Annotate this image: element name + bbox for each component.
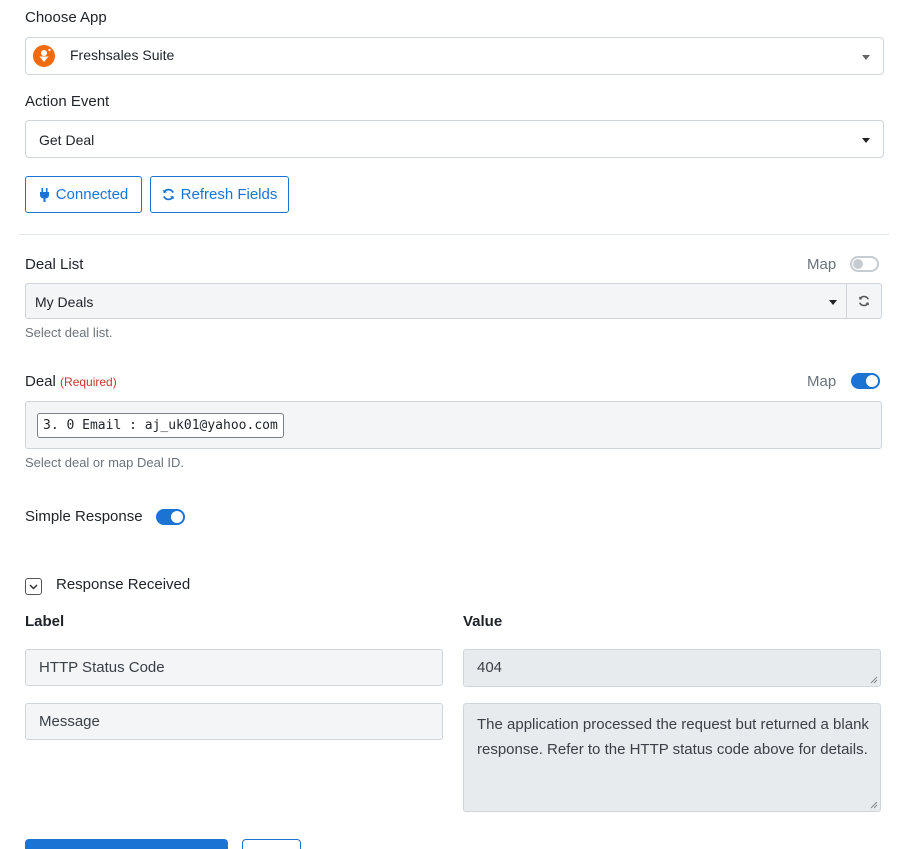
deal-list-help: Select deal list. (25, 325, 113, 340)
secondary-button[interactable] (242, 839, 301, 849)
choose-app-label: Choose App (25, 9, 107, 26)
response-label-field[interactable]: Message (25, 703, 443, 740)
response-label-text: HTTP Status Code (39, 659, 165, 676)
section-divider (19, 234, 889, 235)
required-badge: (Required) (60, 375, 117, 389)
simple-response-label: Simple Response (25, 508, 143, 525)
response-value-field[interactable]: The application processed the request bu… (463, 703, 881, 812)
deal-help: Select deal or map Deal ID. (25, 455, 184, 470)
deal-list-map-toggle[interactable] (850, 256, 879, 272)
chevron-down-icon (29, 583, 38, 590)
chevron-down-icon (862, 138, 870, 143)
simple-response-toggle[interactable] (156, 509, 185, 525)
freshsales-logo-icon (33, 45, 55, 67)
label-column-header: Label (25, 613, 65, 630)
response-received-title: Response Received (56, 576, 191, 593)
deal-list-map-label: Map (807, 256, 837, 273)
response-value-text: 404 (477, 659, 503, 676)
refresh-fields-label: Refresh Fields (180, 186, 278, 203)
collapse-toggle[interactable] (25, 578, 42, 595)
deal-token[interactable]: 3. 0 Email : aj_uk01@yahoo.com (37, 413, 284, 438)
connected-button[interactable]: Connected (25, 176, 142, 213)
plug-icon (39, 187, 49, 202)
chevron-down-icon (862, 55, 870, 60)
deal-input[interactable]: 3. 0 Email : aj_uk01@yahoo.com (25, 401, 882, 449)
deal-label-text: Deal (25, 373, 56, 390)
value-column-header: Value (463, 613, 503, 630)
action-event-value: Get Deal (39, 132, 95, 148)
response-value-field[interactable]: 404 (463, 649, 881, 687)
deal-list-select[interactable]: My Deals (25, 283, 847, 319)
deal-list-value: My Deals (35, 294, 94, 310)
action-event-select[interactable]: Get Deal (25, 120, 884, 158)
save-send-button[interactable] (25, 839, 228, 849)
response-label-text: Message (39, 713, 100, 730)
refresh-icon (162, 188, 174, 201)
response-label-field[interactable]: HTTP Status Code (25, 649, 443, 686)
choose-app-value: Freshsales Suite (70, 47, 175, 63)
deal-list-refresh-button[interactable] (847, 283, 882, 319)
chevron-down-icon (829, 300, 837, 305)
deal-map-label: Map (807, 373, 837, 390)
choose-app-select[interactable]: Freshsales Suite (25, 37, 884, 75)
deal-label: Deal (Required) (25, 373, 117, 390)
refresh-fields-button[interactable]: Refresh Fields (150, 176, 289, 213)
refresh-icon (859, 295, 869, 307)
connected-label: Connected (55, 186, 129, 203)
deal-list-label: Deal List (25, 256, 84, 273)
action-event-label: Action Event (25, 93, 110, 110)
response-value-text: The application processed the request bu… (477, 716, 869, 758)
deal-map-toggle[interactable] (851, 373, 880, 389)
resize-handle-icon[interactable] (870, 801, 878, 809)
resize-handle-icon[interactable] (870, 676, 878, 684)
